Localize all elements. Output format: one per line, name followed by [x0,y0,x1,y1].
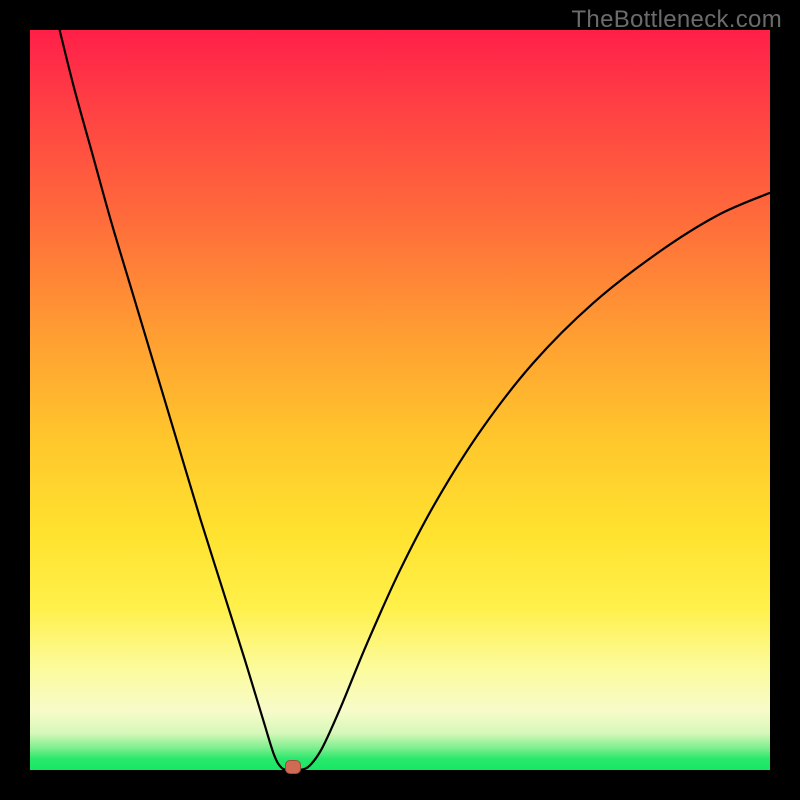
watermark-text: TheBottleneck.com [571,6,782,34]
curve-path [60,30,770,770]
chart-frame: TheBottleneck.com [0,0,800,800]
bottleneck-curve [30,30,770,770]
minimum-point-marker [285,760,301,774]
